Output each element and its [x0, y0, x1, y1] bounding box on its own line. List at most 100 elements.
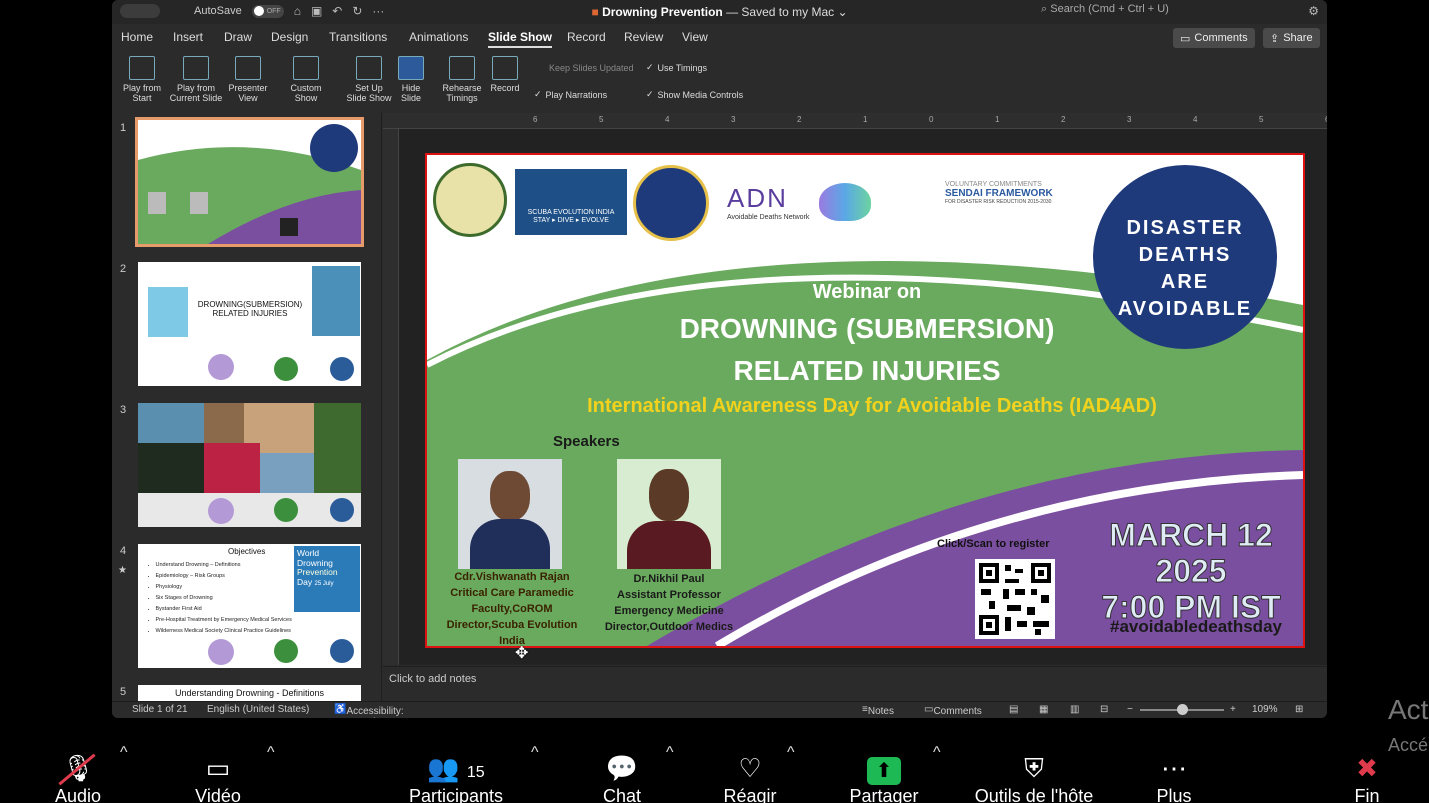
- thumbnail-slide-1[interactable]: [135, 117, 364, 247]
- participants-button[interactable]: 👥 15 Participants: [400, 750, 512, 803]
- slide-subtitle: International Awareness Day for Avoidabl…: [587, 395, 1157, 417]
- slide-sorter-icon[interactable]: ▦: [1039, 704, 1048, 715]
- audio-button[interactable]: 🎙 Audio: [46, 750, 110, 803]
- search-input[interactable]: ⌕ Search (Cmd + Ctrl + U): [1037, 3, 1297, 20]
- tab-design[interactable]: Design: [271, 30, 308, 44]
- comment-icon: ▭: [1180, 32, 1191, 45]
- end-icon: ✖: [1356, 753, 1378, 783]
- scan-label: Click/Scan to register: [937, 538, 1050, 550]
- record-button[interactable]: Record: [487, 56, 523, 93]
- tab-home[interactable]: Home: [121, 30, 153, 44]
- tab-review[interactable]: Review: [624, 30, 663, 44]
- tab-record[interactable]: Record: [567, 30, 606, 44]
- search-icon: ⌕: [1041, 3, 1048, 15]
- speaker-1-photo: [458, 459, 562, 569]
- tab-slide-show[interactable]: Slide Show: [488, 30, 553, 48]
- check-icon: ✓: [534, 89, 542, 99]
- fit-slide-icon[interactable]: ⊞: [1295, 704, 1303, 715]
- thumb-bullets: Understand Drowning – DefinitionsEpidemi…: [148, 560, 292, 637]
- zoom-level[interactable]: 109%: [1252, 704, 1278, 715]
- presenter-mode-icon[interactable]: ⊟: [1100, 704, 1108, 715]
- play-narrations-checkbox[interactable]: ✓ Play Narrations: [534, 89, 607, 100]
- react-button[interactable]: ♡ Réagir: [718, 750, 782, 803]
- more-button[interactable]: ⋯ Plus: [1150, 750, 1198, 803]
- ribbon: Play from Start Play from Current Slide Pr…: [112, 52, 1327, 112]
- chat-options-caret[interactable]: ^: [666, 744, 674, 762]
- disaster-badge: DISASTER DEATHS ARE AVOIDABLE: [1117, 217, 1253, 320]
- ruler-mark: 3: [731, 115, 736, 124]
- share-options-caret[interactable]: ^: [933, 744, 941, 762]
- check-icon: ✓: [646, 89, 654, 99]
- use-timings-checkbox[interactable]: ✓ Use Timings: [646, 62, 707, 73]
- status-comments-button[interactable]: ▭ Comments: [924, 704, 982, 717]
- zoom-in-icon[interactable]: +: [1230, 704, 1236, 715]
- thumb-number: 5: [120, 686, 127, 698]
- sendai-logo: VOLUNTARY COMMITMENTS SENDAI FRAMEWORK F…: [945, 181, 1053, 205]
- play-from-current-button[interactable]: Play from Current Slide: [167, 56, 225, 103]
- end-meeting-button[interactable]: ✖ Fin: [1340, 750, 1394, 803]
- share-screen-icon: ⬆: [842, 750, 926, 786]
- share-button[interactable]: ⇪ Share: [1263, 28, 1320, 48]
- participants-options-caret[interactable]: ^: [531, 744, 539, 762]
- keep-slides-updated-checkbox[interactable]: Keep Slides Updated: [549, 63, 634, 73]
- tab-insert[interactable]: Insert: [173, 30, 203, 44]
- participants-icon: 👥: [427, 753, 460, 783]
- shield-icon: ⛨: [1024, 753, 1044, 783]
- qr-code[interactable]: [975, 559, 1055, 639]
- react-options-caret[interactable]: ^: [787, 744, 795, 762]
- presenter-view-button[interactable]: Presenter View: [226, 56, 270, 103]
- comments-button[interactable]: ▭ Comments: [1173, 28, 1255, 48]
- slide-title-1: DROWNING (SUBMERSION): [679, 313, 1055, 344]
- heart-icon: ♡: [738, 753, 762, 783]
- tab-draw[interactable]: Draw: [224, 30, 252, 44]
- slide-thumbnails-pane[interactable]: 1 2 DROWNING(SUBMERSION) RELATED INJURIE…: [112, 113, 382, 701]
- zoom-out-icon[interactable]: −: [1127, 704, 1133, 715]
- thumbnail-slide-5[interactable]: Understanding Drowning - Definitions: [138, 685, 361, 701]
- speaker-2-info: Dr.Nikhil Paul Assistant Professor Emergen…: [604, 573, 734, 633]
- ruler-mark: 1: [995, 115, 1000, 124]
- screen: { "titlebar": { "autosave": "AutoSave", …: [0, 0, 1429, 803]
- person-settings-icon[interactable]: ⚙: [1308, 4, 1319, 18]
- rehearse-timings-button[interactable]: Rehearse Timings: [440, 56, 484, 103]
- notes-input[interactable]: Click to add notes: [383, 666, 1327, 700]
- hide-slide-button[interactable]: Hide Slide: [396, 56, 426, 103]
- audio-options-caret[interactable]: ^: [120, 744, 128, 762]
- college-remote-medicine-logo: [633, 165, 709, 241]
- chat-button[interactable]: 💬 Chat: [592, 750, 652, 803]
- notes-button[interactable]: ≡ Notes: [862, 704, 894, 717]
- zoom-slider-thumb[interactable]: [1177, 704, 1188, 715]
- language[interactable]: English (United States): [207, 704, 309, 715]
- host-tools-button[interactable]: ⛨ Outils de l'hôte: [964, 750, 1104, 803]
- show-media-controls-checkbox[interactable]: ✓ Show Media Controls: [646, 89, 743, 100]
- mic-muted-icon: 🎙: [46, 750, 110, 786]
- slide-title-2: RELATED INJURIES: [733, 355, 1001, 386]
- setup-slide-show-button[interactable]: Set Up Slide Show: [344, 56, 394, 103]
- play-from-start-button[interactable]: Play from Start: [120, 56, 164, 103]
- ruler-mark: 2: [1061, 115, 1066, 124]
- share-screen-button[interactable]: ⬆ Partager: [842, 750, 926, 803]
- meeting-toolbar: 🎙 Audio ^ ▭ Vidéo ^ 👥 15 Participants ^ …: [0, 718, 1429, 803]
- video-options-caret[interactable]: ^: [267, 744, 275, 762]
- share-icon: ⇪: [1270, 32, 1280, 45]
- thumbnail-slide-4[interactable]: Objectives Understand Drowning – Definit…: [138, 544, 361, 668]
- accessibility-status[interactable]: ♿ Accessibility: Investigate: [334, 704, 404, 718]
- ruler-mark: 4: [665, 115, 670, 124]
- tab-view[interactable]: View: [682, 30, 708, 44]
- speaker-1-info: Cdr.Vishwanath Rajan Critical Care Parame…: [446, 571, 578, 647]
- tab-animations[interactable]: Animations: [409, 30, 468, 44]
- outdoor-medics-logo: [433, 163, 507, 237]
- stopwatch-icon: [449, 56, 475, 80]
- reading-view-icon[interactable]: ▥: [1070, 704, 1079, 715]
- thumb-title: Understanding Drowning - Definitions: [174, 688, 325, 698]
- video-button[interactable]: ▭ Vidéo: [186, 750, 250, 803]
- thumbnail-slide-3[interactable]: [138, 403, 361, 527]
- current-slide[interactable]: SCUBA EVOLUTION INDIA STAY ▸ DIVE ▸ EVOLV…: [425, 153, 1305, 648]
- tab-transitions[interactable]: Transitions: [329, 30, 387, 44]
- camera-icon: ▭: [205, 753, 231, 783]
- thumb-1-art: [138, 120, 361, 244]
- normal-view-icon[interactable]: ▤: [1009, 704, 1018, 715]
- custom-show-button[interactable]: Custom Show: [284, 56, 328, 103]
- record-icon: [492, 56, 518, 80]
- vertical-ruler: [383, 129, 399, 665]
- thumbnail-slide-2[interactable]: DROWNING(SUBMERSION) RELATED INJURIES: [138, 262, 361, 386]
